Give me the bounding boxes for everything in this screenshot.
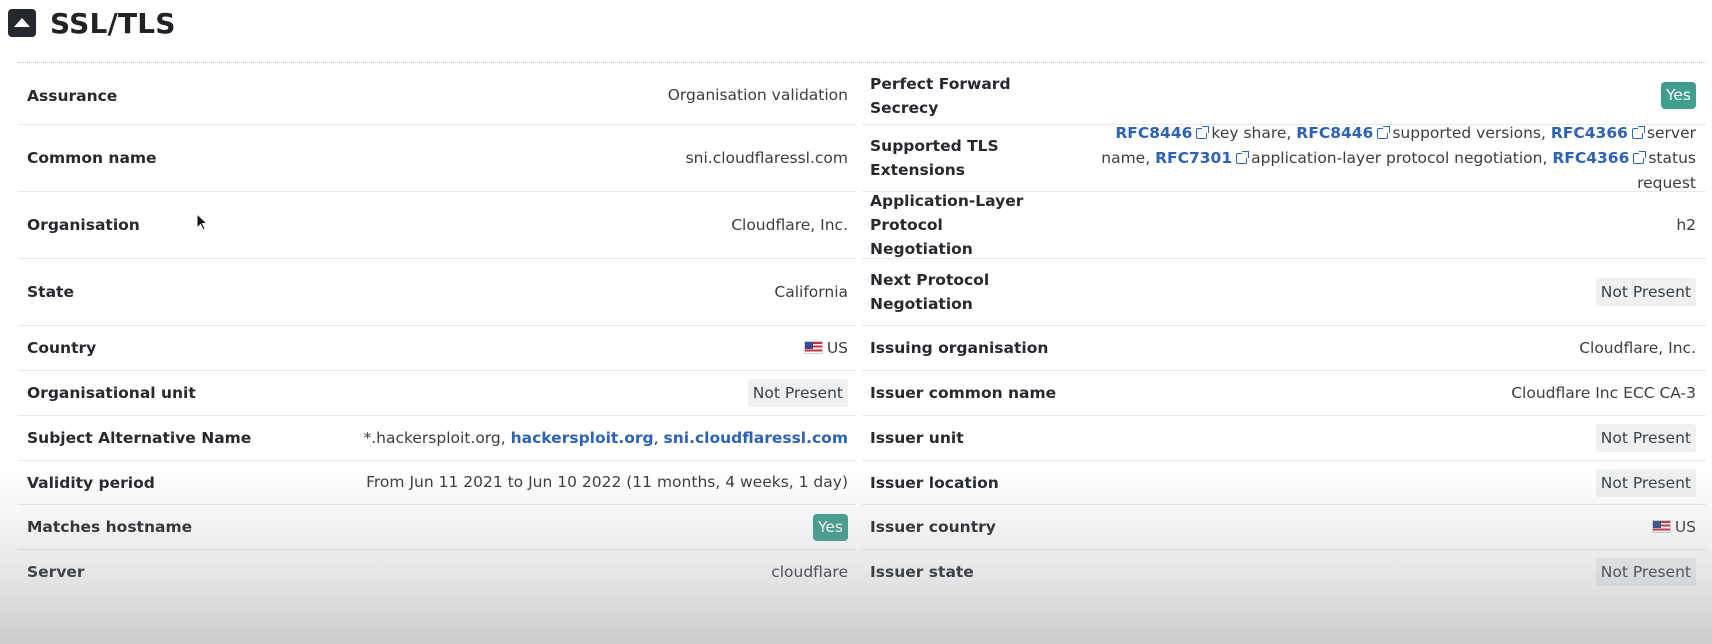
table-row: Server cloudflare: [18, 550, 856, 594]
table-row: Issuer common name Cloudflare Inc ECC CA…: [862, 371, 1706, 416]
table-row: Perfect Forward Secrecy Yes: [862, 67, 1706, 125]
extension-desc: key share,: [1211, 123, 1292, 142]
row-label: Country: [27, 339, 97, 357]
not-present-badge: Not Present: [1595, 278, 1696, 306]
table-row: Validity period From Jun 11 2021 to Jun …: [18, 461, 856, 505]
page-title: SSL/TLS: [50, 6, 176, 40]
external-link-icon: [1377, 125, 1391, 139]
table-row: Issuer country US: [862, 505, 1706, 550]
connection-details-table: Perfect Forward Secrecy Yes Supported TL…: [862, 67, 1706, 594]
extension-desc: application-layer protocol negotiation,: [1251, 148, 1548, 167]
table-row: Issuer unit Not Present: [862, 416, 1706, 461]
ssl-tls-panel: SSL/TLS Assurance Organisation validatio…: [0, 0, 1712, 644]
rfc-link[interactable]: RFC8446: [1296, 124, 1373, 142]
rfc-link[interactable]: RFC8446: [1115, 124, 1192, 142]
certificate-details-table: Assurance Organisation validation Common…: [18, 67, 856, 594]
row-label: Perfect Forward Secrecy: [870, 74, 1011, 117]
row-label: Issuer unit: [870, 429, 964, 447]
row-label: Next Protocol Negotiation: [870, 271, 990, 313]
table-row: Matches hostname Yes: [18, 505, 856, 550]
row-label: Issuer common name: [870, 384, 1057, 402]
table-row: Issuer state Not Present: [862, 550, 1706, 594]
external-link-icon: [1196, 125, 1210, 139]
table-row: Next Protocol Negotiation Not Present: [862, 259, 1706, 326]
table-row: Organisation Cloudflare, Inc.: [18, 192, 856, 259]
not-present-badge: Not Present: [747, 379, 848, 407]
row-label: Server: [27, 563, 85, 581]
row-label: Matches hostname: [27, 518, 193, 536]
row-label: Issuer country: [870, 518, 996, 536]
external-link-icon: [1631, 125, 1645, 139]
row-label: Assurance: [27, 86, 118, 105]
not-present-badge: Not Present: [1595, 424, 1696, 452]
san-prefix: *.hackersploit.org,: [363, 428, 506, 447]
table-row: Issuer location Not Present: [862, 461, 1706, 505]
table-row: Subject Alternative Name *.hackersploit.…: [18, 416, 856, 461]
row-value: Not Present: [1595, 278, 1706, 306]
row-label: Organisational unit: [27, 384, 196, 402]
row-value: Cloudflare Inc ECC CA-3: [1511, 383, 1696, 402]
row-value: Not Present: [747, 379, 856, 407]
us-flag-icon: [1651, 519, 1671, 533]
row-label: Subject Alternative Name: [27, 429, 252, 447]
section-divider: [18, 62, 1706, 63]
row-value: sni.cloudflaressl.com: [685, 148, 848, 167]
row-value: *.hackersploit.org, hackersploit.org, sn…: [363, 426, 856, 451]
table-row: Country US: [18, 326, 856, 371]
row-label: Supported TLS Extensions: [870, 137, 999, 179]
row-label: Issuing organisation: [870, 339, 1049, 357]
table-row: Organisational unit Not Present: [18, 371, 856, 416]
row-value: Cloudflare, Inc.: [1579, 338, 1696, 357]
extension-desc: supported versions,: [1392, 123, 1546, 142]
row-label: Issuer state: [870, 563, 974, 581]
row-value: h2: [1676, 215, 1696, 234]
row-value: Cloudflare, Inc.: [731, 215, 848, 234]
external-link-icon: [1633, 150, 1647, 164]
san-link-sni-cloudflaressl[interactable]: sni.cloudflaressl.com: [664, 429, 849, 447]
mouse-pointer-icon: [196, 213, 209, 231]
collapse-caret-up-icon[interactable]: [8, 9, 36, 37]
table-row: Assurance Organisation validation: [18, 67, 856, 125]
rfc-link[interactable]: RFC4366: [1552, 149, 1629, 167]
row-label: Application-Layer Protocol Negotiation: [870, 192, 1024, 258]
san-link-hackersploit[interactable]: hackersploit.org: [511, 429, 654, 447]
rfc-link[interactable]: RFC4366: [1551, 124, 1628, 142]
yes-badge: Yes: [1660, 82, 1696, 109]
not-present-badge: Not Present: [1595, 468, 1696, 497]
row-value: Yes: [812, 513, 856, 541]
external-link-icon: [1236, 150, 1250, 164]
yes-badge: Yes: [812, 513, 848, 541]
row-label: State: [27, 283, 74, 301]
row-value: Yes: [1660, 82, 1706, 109]
row-value: Not Present: [1595, 424, 1706, 452]
country-code: US: [1674, 517, 1696, 536]
row-value: US: [1651, 515, 1706, 540]
row-value: US: [803, 336, 856, 361]
section-header: SSL/TLS: [8, 2, 176, 44]
row-value: cloudflare: [771, 562, 848, 581]
row-value: California: [774, 282, 848, 301]
row-value: RFC8446 key share, RFC8446 supported versi…: [1066, 121, 1706, 196]
us-flag-icon: [803, 340, 823, 354]
row-value: Not Present: [1595, 468, 1706, 497]
table-row: Common name sni.cloudflaressl.com: [18, 125, 856, 192]
rfc-link[interactable]: RFC7301: [1155, 149, 1232, 167]
row-value: From Jun 11 2021 to Jun 10 2022 (11 mont…: [366, 473, 848, 491]
san-separator: ,: [653, 428, 659, 447]
not-present-badge: Not Present: [1595, 558, 1696, 586]
row-value: Not Present: [1595, 558, 1706, 586]
row-label: Common name: [27, 149, 157, 167]
table-row: Application-Layer Protocol Negotiation h…: [862, 192, 1706, 259]
country-code: US: [826, 338, 848, 357]
table-row: Supported TLS Extensions RFC8446 key shar…: [862, 124, 1706, 192]
table-row: Issuing organisation Cloudflare, Inc.: [862, 326, 1706, 371]
table-row: State California: [18, 259, 856, 326]
row-value: Organisation validation: [667, 86, 848, 104]
row-label: Organisation: [27, 216, 140, 234]
row-label: Issuer location: [870, 473, 999, 492]
row-label: Validity period: [27, 473, 155, 492]
